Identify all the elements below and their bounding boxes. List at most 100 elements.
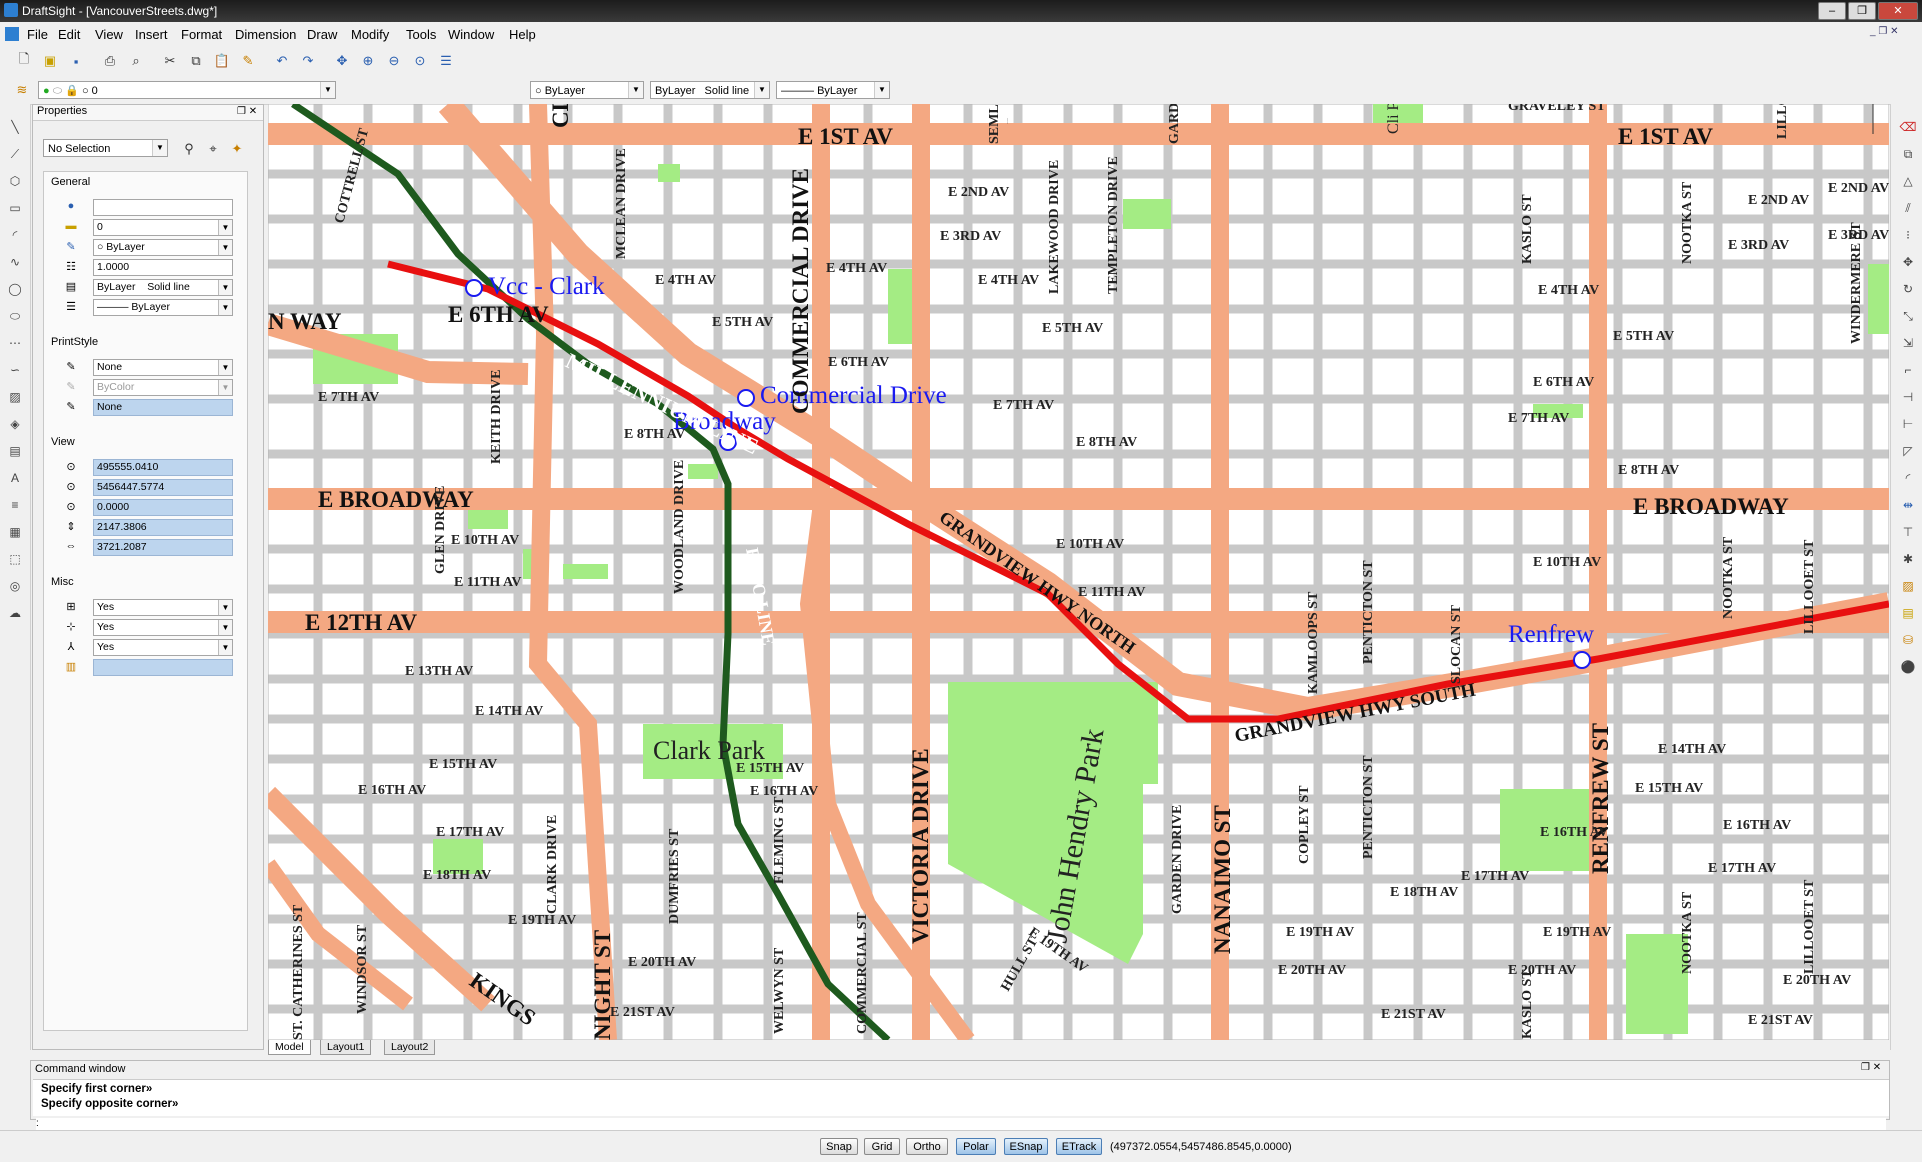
ucs-icon-on-field[interactable]: Yes ▼: [93, 599, 233, 616]
color-field[interactable]: [93, 199, 233, 216]
esnap-button[interactable]: ESnap: [1004, 1138, 1048, 1155]
menu-format[interactable]: Format: [181, 27, 222, 42]
color-combo[interactable]: ○ ByLayer ▼: [530, 81, 644, 99]
visual-style-field[interactable]: [93, 659, 233, 676]
insert-block-icon[interactable]: ▤: [6, 442, 24, 460]
quick-select-icon[interactable]: ⚲: [179, 139, 199, 159]
move-icon[interactable]: ✥: [1899, 253, 1917, 271]
region-icon[interactable]: ⬚: [6, 550, 24, 568]
edit-text-icon[interactable]: ▤: [1899, 604, 1917, 622]
donut-icon[interactable]: ◎: [6, 577, 24, 595]
command-input[interactable]: :: [36, 1118, 1886, 1130]
offset-icon[interactable]: ⫽: [1899, 199, 1917, 217]
redo-icon[interactable]: ↷: [298, 51, 318, 71]
circle-icon[interactable]: ◯: [6, 280, 24, 298]
station-marker[interactable]: [1573, 651, 1591, 669]
curve-icon[interactable]: ∽: [6, 361, 24, 379]
rotate-icon[interactable]: ↻: [1899, 280, 1917, 298]
doc-window-controls[interactable]: _ ❐ ✕: [1870, 26, 1898, 37]
menu-draw[interactable]: Draw: [307, 27, 337, 42]
zoom-window-icon[interactable]: ⊖: [384, 51, 404, 71]
linecolor-field[interactable]: ○ ByLayer ▼: [93, 239, 233, 256]
menu-window[interactable]: Window: [448, 27, 494, 42]
pattern-icon[interactable]: ⁝: [1899, 226, 1917, 244]
table-icon[interactable]: ▦: [6, 523, 24, 541]
center-x-field[interactable]: 495555.0410: [93, 459, 233, 476]
linetype-combo[interactable]: ByLayer Solid line ▼: [650, 81, 770, 99]
height-field[interactable]: 2147.3806: [93, 519, 233, 536]
text-icon[interactable]: A: [6, 469, 24, 487]
polyline-icon[interactable]: ⟋: [6, 145, 24, 163]
center-y-field[interactable]: 5456447.5774: [93, 479, 233, 496]
select-objects-icon[interactable]: ⌖: [203, 139, 223, 159]
match-properties-icon[interactable]: ⛁: [1899, 631, 1917, 649]
menu-insert[interactable]: Insert: [135, 27, 168, 42]
explode-icon[interactable]: ✱: [1899, 550, 1917, 568]
menu-file[interactable]: File: [27, 27, 48, 42]
menu-help[interactable]: Help: [509, 27, 536, 42]
toggle-pickadd-icon[interactable]: ✦: [227, 139, 247, 159]
close-button[interactable]: ✕: [1878, 2, 1918, 20]
ortho-button[interactable]: Ortho: [906, 1138, 948, 1155]
dock-icon[interactable]: ❐ ✕: [237, 106, 257, 117]
selection-combo[interactable]: No Selection ▼: [43, 139, 168, 157]
copy-icon[interactable]: ⧉: [186, 51, 206, 71]
layer-field[interactable]: 0 ▼: [93, 219, 233, 236]
scale-entity-icon[interactable]: ⤡: [1899, 307, 1917, 325]
zoom-icon[interactable]: ⊕: [358, 51, 378, 71]
point-icon[interactable]: ⋯: [6, 334, 24, 352]
break-icon[interactable]: ⊢: [1899, 415, 1917, 433]
layer-combo[interactable]: ● ⬭ 🔒 ○ 0 ▼: [38, 81, 336, 99]
restore-button[interactable]: ❐: [1848, 2, 1876, 20]
line-icon[interactable]: ╲: [6, 118, 24, 136]
station-marker[interactable]: [737, 389, 755, 407]
printtable-field[interactable]: None: [93, 399, 233, 416]
lock-icon[interactable]: ⚫: [1899, 658, 1917, 676]
layer-manager-icon[interactable]: ≋: [12, 80, 32, 100]
copy-entity-icon[interactable]: ⧉: [1899, 145, 1917, 163]
printstyle-field[interactable]: None ▼: [93, 359, 233, 376]
join-icon[interactable]: ⇹: [1899, 496, 1917, 514]
tab-layout2[interactable]: Layout2: [384, 1040, 436, 1055]
width-field[interactable]: 3721.2087: [93, 539, 233, 556]
menu-view[interactable]: View: [95, 27, 123, 42]
format-painter-icon[interactable]: ✎: [238, 51, 258, 71]
tab-layout1[interactable]: Layout1: [320, 1040, 372, 1055]
ucs-origin-field[interactable]: Yes ▼: [93, 619, 233, 636]
extend-icon[interactable]: ⊣: [1899, 388, 1917, 406]
edit-hatch-icon[interactable]: ▨: [1899, 577, 1917, 595]
rectangle-icon[interactable]: ▭: [6, 199, 24, 217]
print-icon[interactable]: ⎙: [100, 51, 120, 71]
polar-button[interactable]: Polar: [956, 1138, 996, 1155]
snap-button[interactable]: Snap: [820, 1138, 858, 1155]
open-icon[interactable]: ▣: [40, 51, 60, 71]
paste-icon[interactable]: 📋: [212, 51, 232, 71]
mirror-icon[interactable]: △: [1899, 172, 1917, 190]
fillet-icon[interactable]: ◜: [1899, 469, 1917, 487]
ucs-viewport-field[interactable]: Yes ▼: [93, 639, 233, 656]
align-icon[interactable]: ⊤: [1899, 523, 1917, 541]
dock-icon[interactable]: ❐ ✕: [1861, 1062, 1881, 1073]
stretch-icon[interactable]: ⇲: [1899, 334, 1917, 352]
spline-icon[interactable]: ∿: [6, 253, 24, 271]
menu-dimension[interactable]: Dimension: [235, 27, 296, 42]
polygon-icon[interactable]: ⬡: [6, 172, 24, 190]
mtext-icon[interactable]: ≡: [6, 496, 24, 514]
menu-edit[interactable]: Edit: [58, 27, 80, 42]
new-icon[interactable]: 🗋: [14, 51, 34, 71]
ellipse-icon[interactable]: ⬭: [6, 307, 24, 325]
scale-field[interactable]: 1.0000: [93, 259, 233, 276]
etrack-button[interactable]: ETrack: [1056, 1138, 1102, 1155]
erase-icon[interactable]: ⌫: [1899, 118, 1917, 136]
linestyle-field[interactable]: ByLayer Solid line ▼: [93, 279, 233, 296]
trim-icon[interactable]: ⌐: [1899, 361, 1917, 379]
cloud-icon[interactable]: ☁: [6, 604, 24, 622]
grid-button[interactable]: Grid: [864, 1138, 900, 1155]
tab-model[interactable]: Model: [268, 1040, 311, 1055]
drawing-canvas[interactable]: Vcc - Clark Commercial Drive Broadway Re…: [268, 104, 1889, 1040]
lineweight-combo[interactable]: ——— ByLayer ▼: [776, 81, 890, 99]
pan-icon[interactable]: ✥: [332, 51, 352, 71]
station-marker[interactable]: [465, 279, 483, 297]
block-icon[interactable]: ◈: [6, 415, 24, 433]
arc-icon[interactable]: ◜: [6, 226, 24, 244]
